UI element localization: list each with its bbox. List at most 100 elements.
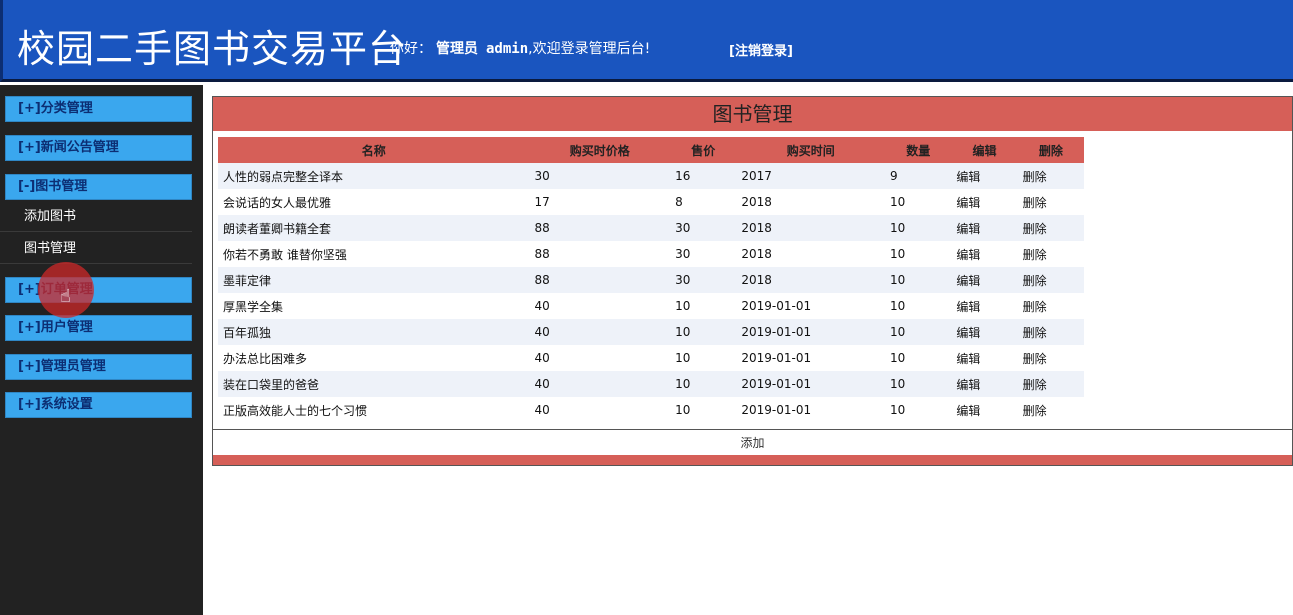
cell-price: 16 <box>670 163 737 189</box>
table-row: 你若不勇敢 谁替你坚强 88 30 2018 10 编辑 删除 <box>218 241 1084 267</box>
edit-link[interactable]: 编辑 <box>951 345 1018 371</box>
cell-buy-price: 30 <box>529 163 671 189</box>
cell-buy-price: 40 <box>529 371 671 397</box>
cell-qty: 10 <box>885 215 952 241</box>
role-text: 管理员 <box>436 41 478 57</box>
edit-link[interactable]: 编辑 <box>951 371 1018 397</box>
cell-name: 朗读者董卿书籍全套 <box>218 215 530 241</box>
cell-buy-time: 2017 <box>736 163 886 189</box>
cell-qty: 10 <box>885 267 952 293</box>
cell-buy-price: 40 <box>529 397 671 423</box>
edit-link[interactable]: 编辑 <box>951 215 1018 241</box>
col-header-buy-time: 购买时间 <box>736 137 886 163</box>
table-row: 装在口袋里的爸爸 40 10 2019-01-01 10 编辑 删除 <box>218 371 1084 397</box>
delete-link[interactable]: 删除 <box>1017 163 1084 189</box>
delete-link[interactable]: 删除 <box>1017 293 1084 319</box>
edit-link[interactable]: 编辑 <box>951 397 1018 423</box>
cell-buy-time: 2018 <box>736 189 886 215</box>
cell-qty: 10 <box>885 397 952 423</box>
sidebar <box>0 85 203 615</box>
cell-buy-time: 2018 <box>736 241 886 267</box>
cell-price: 10 <box>670 293 737 319</box>
sidebar-group-orders[interactable]: [+]订单管理 <box>5 277 192 303</box>
table-row: 百年孤独 40 10 2019-01-01 10 编辑 删除 <box>218 319 1084 345</box>
cell-price: 30 <box>670 267 737 293</box>
cell-name: 你若不勇敢 谁替你坚强 <box>218 241 530 267</box>
cell-buy-time: 2019-01-01 <box>736 319 886 345</box>
delete-link[interactable]: 删除 <box>1017 397 1084 423</box>
cell-name: 会说话的女人最优雅 <box>218 189 530 215</box>
cell-buy-time: 2018 <box>736 267 886 293</box>
cell-buy-price: 17 <box>529 189 671 215</box>
book-table: 名称 购买时价格 售价 购买时间 数量 编辑 删除 人性的弱点完整全译本 30 … <box>218 137 1084 423</box>
cell-name: 办法总比困难多 <box>218 345 530 371</box>
cell-qty: 10 <box>885 371 952 397</box>
panel-title: 图书管理 <box>213 97 1292 131</box>
edit-link[interactable]: 编辑 <box>951 267 1018 293</box>
cell-name: 人性的弱点完整全译本 <box>218 163 530 189</box>
cell-price: 10 <box>670 319 737 345</box>
col-header-delete: 删除 <box>1017 137 1084 163</box>
cell-qty: 9 <box>885 163 952 189</box>
cell-price: 10 <box>670 397 737 423</box>
sidebar-item-book-manage[interactable]: 图书管理 <box>0 234 192 264</box>
delete-link[interactable]: 删除 <box>1017 371 1084 397</box>
sidebar-group-users[interactable]: [+]用户管理 <box>5 315 192 341</box>
sidebar-group-news[interactable]: [+]新闻公告管理 <box>5 135 192 161</box>
cell-name: 厚黑学全集 <box>218 293 530 319</box>
cell-qty: 10 <box>885 319 952 345</box>
cell-name: 正版高效能人士的七个习惯 <box>218 397 530 423</box>
logout-link[interactable]: [注销登录] <box>729 40 793 59</box>
table-row: 人性的弱点完整全译本 30 16 2017 9 编辑 删除 <box>218 163 1084 189</box>
cell-price: 30 <box>670 215 737 241</box>
cell-buy-price: 40 <box>529 319 671 345</box>
username-text: admin <box>486 41 529 57</box>
col-header-edit: 编辑 <box>951 137 1018 163</box>
cell-buy-time: 2019-01-01 <box>736 293 886 319</box>
site-title: 校园二手图书交易平台 <box>17 27 408 71</box>
add-book-link[interactable]: 添加 <box>213 429 1292 456</box>
edit-link[interactable]: 编辑 <box>951 163 1018 189</box>
delete-link[interactable]: 删除 <box>1017 319 1084 345</box>
delete-link[interactable]: 删除 <box>1017 345 1084 371</box>
table-row: 厚黑学全集 40 10 2019-01-01 10 编辑 删除 <box>218 293 1084 319</box>
cell-buy-time: 2019-01-01 <box>736 345 886 371</box>
sidebar-group-admins[interactable]: [+]管理员管理 <box>5 354 192 380</box>
welcome-text: ,欢迎登录管理后台! <box>528 41 651 57</box>
edit-link[interactable]: 编辑 <box>951 241 1018 267</box>
table-row: 墨菲定律 88 30 2018 10 编辑 删除 <box>218 267 1084 293</box>
delete-link[interactable]: 删除 <box>1017 189 1084 215</box>
sidebar-group-settings[interactable]: [+]系统设置 <box>5 392 192 418</box>
sidebar-group-category[interactable]: [+]分类管理 <box>5 96 192 122</box>
panel-footer-bar <box>213 455 1292 465</box>
delete-link[interactable]: 删除 <box>1017 267 1084 293</box>
top-header: 校园二手图书交易平台 你好： 管理员 admin,欢迎登录管理后台! [注销登录] <box>0 0 1293 82</box>
cell-qty: 10 <box>885 241 952 267</box>
cell-qty: 10 <box>885 345 952 371</box>
cell-price: 8 <box>670 189 737 215</box>
edit-link[interactable]: 编辑 <box>951 293 1018 319</box>
hand-pointer-icon: ☝ <box>60 286 71 307</box>
cell-buy-price: 88 <box>529 267 671 293</box>
cell-name: 百年孤独 <box>218 319 530 345</box>
cell-buy-time: 2019-01-01 <box>736 371 886 397</box>
table-header-row: 名称 购买时价格 售价 购买时间 数量 编辑 删除 <box>218 137 1084 163</box>
sidebar-item-add-book[interactable]: 添加图书 <box>0 202 192 232</box>
delete-link[interactable]: 删除 <box>1017 241 1084 267</box>
cell-price: 30 <box>670 241 737 267</box>
cell-buy-price: 40 <box>529 293 671 319</box>
cell-buy-time: 2018 <box>736 215 886 241</box>
col-header-buy-price: 购买时价格 <box>529 137 671 163</box>
cell-buy-price: 88 <box>529 215 671 241</box>
cell-price: 10 <box>670 371 737 397</box>
edit-link[interactable]: 编辑 <box>951 319 1018 345</box>
welcome-message: 你好： 管理员 admin,欢迎登录管理后台! <box>390 38 650 58</box>
edit-link[interactable]: 编辑 <box>951 189 1018 215</box>
delete-link[interactable]: 删除 <box>1017 215 1084 241</box>
col-header-qty: 数量 <box>885 137 952 163</box>
table-row: 朗读者董卿书籍全套 88 30 2018 10 编辑 删除 <box>218 215 1084 241</box>
cell-name: 装在口袋里的爸爸 <box>218 371 530 397</box>
cell-buy-price: 88 <box>529 241 671 267</box>
cell-buy-price: 40 <box>529 345 671 371</box>
sidebar-group-books[interactable]: [-]图书管理 <box>5 174 192 200</box>
